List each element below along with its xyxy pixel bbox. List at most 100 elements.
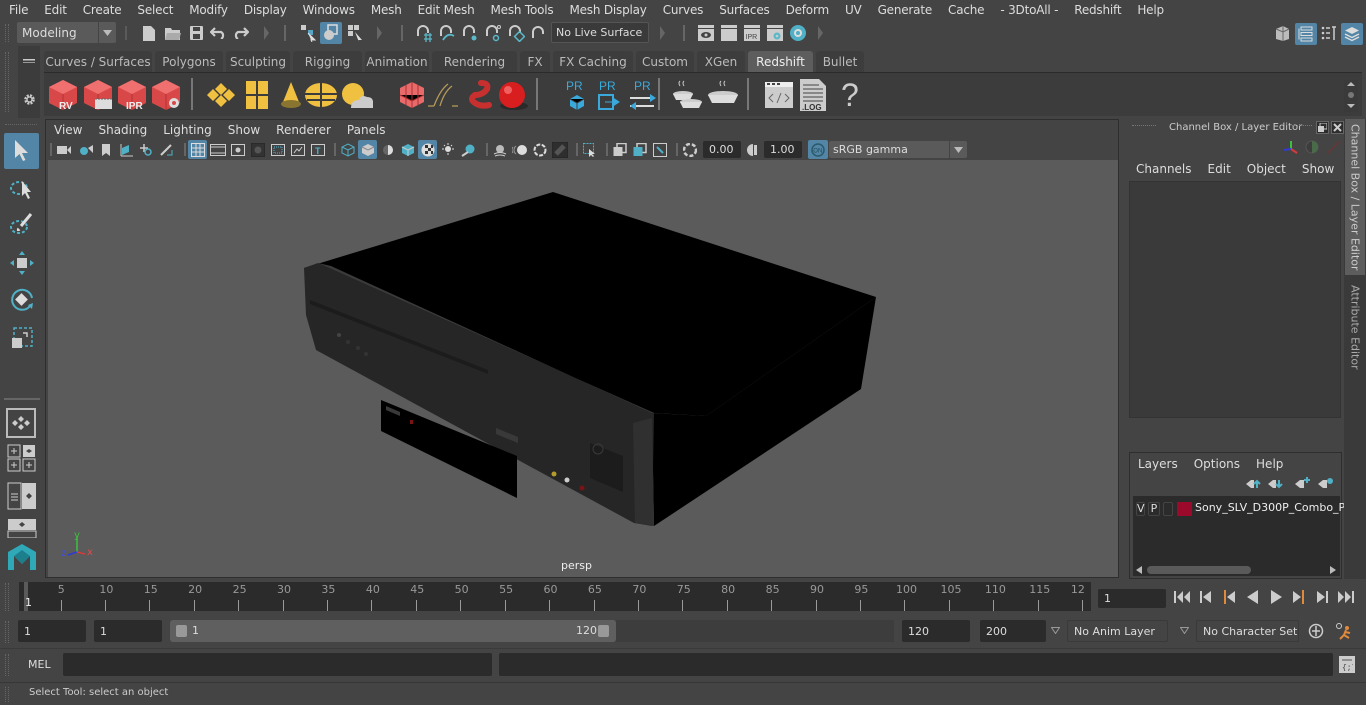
shelf-tab-custom[interactable]: Custom	[636, 51, 694, 72]
rotate-tool-icon[interactable]	[4, 282, 39, 318]
layer-list-scrollbar[interactable]	[1133, 564, 1340, 576]
redo-icon[interactable]	[231, 23, 251, 43]
menu-deform[interactable]: Deform	[777, 3, 836, 17]
shelf-tab-redshift[interactable]: Redshift	[748, 51, 813, 72]
status-line-grip[interactable]	[5, 24, 9, 42]
isolate-select-icon[interactable]	[580, 140, 599, 159]
use-all-lights-icon[interactable]	[438, 140, 457, 159]
channel-box-list[interactable]	[1129, 181, 1341, 418]
bookmark-icon[interactable]	[96, 140, 115, 159]
range-slider[interactable]: 1 120	[170, 620, 616, 642]
wireframe-icon[interactable]	[338, 140, 357, 159]
exposure-field[interactable]: 0.00	[703, 141, 741, 158]
shelf-tab-bullet[interactable]: Bullet	[816, 51, 864, 72]
safe-title-icon[interactable]: T	[308, 140, 327, 159]
scroll-right-icon[interactable]	[1330, 566, 1336, 574]
command-language-toggle[interactable]: MEL	[28, 658, 51, 671]
wireframe-on-shaded-icon[interactable]	[398, 140, 417, 159]
time-ruler[interactable]: 1 5 10 15 20 25 30 35 40 45 50 55 60 65 70 75 80 85 90 95 1…	[19, 582, 1091, 611]
collapse-arrow-icon[interactable]	[377, 26, 382, 40]
help-icon[interactable]: ?	[833, 77, 867, 113]
menu-file[interactable]: File	[0, 3, 35, 17]
spot-light-icon[interactable]	[274, 77, 308, 113]
grease-pencil-icon[interactable]	[156, 140, 175, 159]
close-panel-icon[interactable]	[1331, 121, 1344, 134]
viewport-menu-view[interactable]: View	[46, 123, 90, 137]
character-set-dropdown[interactable]: No Character Set	[1196, 620, 1299, 642]
exposure-icon[interactable]	[680, 140, 699, 159]
dome-light-icon[interactable]	[304, 77, 338, 113]
shadows-icon[interactable]	[458, 140, 477, 159]
vhs-dvd-combo-model[interactable]	[48, 160, 1118, 577]
animation-preferences-icon[interactable]	[1333, 620, 1355, 642]
shelf-tab-fx-caching[interactable]: FX Caching	[553, 51, 633, 72]
side-tab-attribute-editor[interactable]: Attribute Editor	[1345, 277, 1365, 377]
shelf-tab-curves-surfaces[interactable]: Curves / Surfaces	[44, 51, 152, 72]
menu-mesh-display[interactable]: Mesh Display	[560, 3, 653, 17]
help-line-grip[interactable]	[5, 687, 9, 702]
play-backwards-button[interactable]	[1243, 588, 1263, 606]
outliner-persp-layout-icon[interactable]	[7, 482, 37, 510]
step-forward-key-button[interactable]	[1289, 588, 1309, 606]
channel-box-menu-show[interactable]: Show	[1294, 162, 1342, 176]
grid-icon[interactable]	[188, 140, 207, 159]
menu-surfaces[interactable]: Surfaces	[710, 3, 776, 17]
start-time-field[interactable]: 1	[18, 620, 86, 642]
step-forward-frame-button[interactable]	[1312, 588, 1332, 606]
menu-select[interactable]: Select	[128, 3, 180, 17]
range-end-handle[interactable]	[598, 625, 609, 637]
redshift-render-settings-icon[interactable]	[149, 77, 183, 113]
motion-blur-icon[interactable]	[510, 140, 529, 159]
viewport-menu-panels[interactable]: Panels	[339, 123, 394, 137]
shelf-tab-rigging[interactable]: Rigging	[293, 51, 362, 72]
viewport-menu-lighting[interactable]: Lighting	[155, 123, 220, 137]
save-scene-icon[interactable]	[187, 23, 205, 43]
menu-curves[interactable]: Curves	[654, 3, 710, 17]
viewport-menu-renderer[interactable]: Renderer	[268, 123, 339, 137]
four-view-layout-icon[interactable]	[7, 444, 37, 472]
time-slider-grip[interactable]	[5, 583, 9, 611]
auto-key-icon[interactable]	[1306, 621, 1326, 641]
image-plane-icon[interactable]	[116, 140, 135, 159]
select-camera-icon[interactable]	[54, 140, 73, 159]
go-to-start-button[interactable]	[1172, 588, 1192, 606]
volume-grid-icon[interactable]	[395, 77, 429, 113]
persp-graph-layout-icon[interactable]	[7, 518, 37, 539]
menu-generate[interactable]: Generate	[869, 3, 939, 17]
anim-layer-dropdown-arrow-icon[interactable]	[1051, 627, 1060, 634]
new-layer-icon[interactable]	[1293, 476, 1311, 490]
collapse-arrow-icon[interactable]	[264, 26, 269, 40]
select-by-component-icon[interactable]	[344, 22, 366, 44]
gate-mask-icon[interactable]	[248, 140, 267, 159]
menu-display[interactable]: Display	[235, 3, 294, 17]
panel-splitter[interactable]	[1126, 419, 1342, 424]
collapse-arrow-icon[interactable]	[818, 26, 823, 40]
hyperbolic-icon[interactable]	[1326, 139, 1342, 155]
menu-windows[interactable]: Windows	[294, 3, 362, 17]
layer-playback-toggle[interactable]: P	[1148, 502, 1160, 516]
channel-box-menu-channels[interactable]: Channels	[1128, 162, 1200, 176]
move-layer-down-icon[interactable]	[1266, 477, 1284, 491]
area-light-icon[interactable]	[204, 77, 238, 113]
new-scene-icon[interactable]	[140, 23, 158, 43]
menu-uv[interactable]: UV	[836, 3, 869, 17]
2d-pan-zoom-icon[interactable]	[136, 140, 155, 159]
menu-mesh-tools[interactable]: Mesh Tools	[481, 3, 560, 17]
panel-grip[interactable]	[1292, 125, 1312, 127]
menu-cache[interactable]: Cache	[939, 3, 991, 17]
layer-menu-help[interactable]: Help	[1248, 457, 1291, 471]
playback-end-field[interactable]: 120	[902, 620, 970, 642]
go-to-end-button[interactable]	[1336, 588, 1356, 606]
end-time-field[interactable]: 200	[980, 620, 1046, 642]
select-tool-icon[interactable]	[4, 133, 39, 169]
redshift-render-view-icon[interactable]: RV	[46, 77, 80, 113]
current-frame-field[interactable]: 1	[1098, 589, 1166, 608]
camera-attributes-icon[interactable]	[76, 140, 95, 159]
shelf-tab-fx[interactable]: FX	[520, 51, 550, 72]
open-scene-icon[interactable]	[163, 23, 183, 43]
scale-tool-icon[interactable]	[4, 320, 39, 356]
snap-live-icon[interactable]	[505, 23, 527, 43]
menu-redshift[interactable]: Redshift	[1065, 3, 1128, 17]
shelf-tab-polygons[interactable]: Polygons	[155, 51, 223, 72]
anim-layer-dropdown[interactable]: No Anim Layer	[1067, 620, 1168, 642]
